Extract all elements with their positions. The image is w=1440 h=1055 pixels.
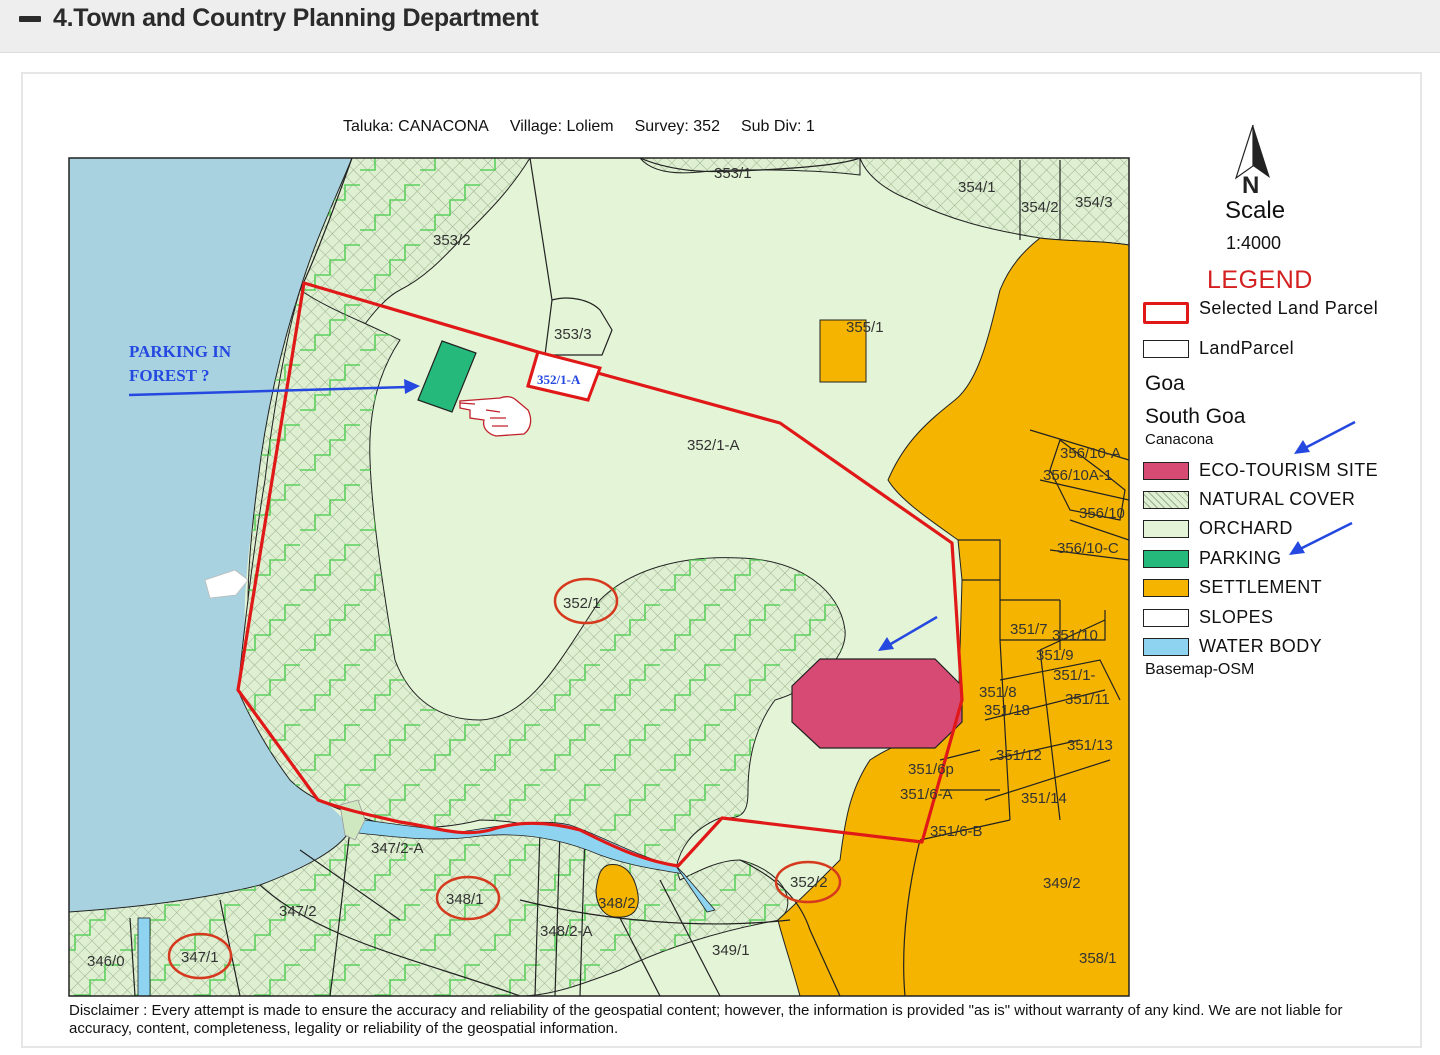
parcel-label: 358/1 [1079, 950, 1117, 967]
parcel-label: 351/6-B [930, 823, 983, 840]
legend-swatch [1143, 638, 1189, 656]
legend-swatch [1143, 462, 1189, 480]
parcel-label: 352/2 [790, 874, 828, 891]
legend-label: LandParcel [1199, 338, 1295, 358]
annotation-text: PARKING IN FOREST ? [129, 340, 231, 388]
parcel-label: 356/10A-1 [1043, 467, 1112, 484]
parcel-label: 354/2 [1021, 199, 1059, 216]
legend-swatch [1143, 609, 1189, 627]
legend-swatch [1143, 491, 1189, 509]
legend-basemap: Basemap-OSM [1145, 661, 1255, 678]
parcel-label: 351/18 [984, 702, 1030, 719]
map-layers [69, 158, 1129, 996]
legend-swatch [1143, 550, 1189, 568]
scale-value: 1:4000 [1226, 233, 1282, 253]
legend-swatch [1143, 302, 1189, 324]
legend-label: WATER BODY [1199, 636, 1323, 656]
parcel-label: 354/3 [1075, 194, 1113, 211]
scale-title: Scale [1225, 197, 1286, 224]
parcel-label: 351/10 [1052, 627, 1098, 644]
legend-label: ORCHARD [1199, 518, 1293, 538]
parcel-label: 348/2-A [540, 923, 593, 940]
parcel-label: 351/14 [1021, 790, 1067, 807]
legend-district: South Goa [1145, 405, 1246, 428]
legend-state: Goa [1145, 372, 1185, 395]
north-arrow-icon: N [1234, 124, 1270, 199]
eco-tourism-site [791, 658, 963, 749]
legend-title: LEGEND [1207, 266, 1313, 294]
parcel-label: 356/10-C [1057, 540, 1119, 557]
parcel-label: 349/1 [712, 942, 750, 959]
legend-swatch [1143, 340, 1189, 358]
legend-swatch [1143, 579, 1189, 597]
parcel-label: 356/10-A [1060, 445, 1121, 462]
parcel-label: 348/2 [598, 895, 636, 912]
legend-swatch [1143, 520, 1189, 538]
parcel-label: 351/7 [1010, 621, 1048, 638]
parcel-label: 353/2 [433, 232, 471, 249]
parcel-label: 355/1 [846, 319, 884, 336]
legend-label: ECO-TOURISM SITE [1199, 460, 1379, 480]
parcel-label: 348/1 [446, 891, 484, 908]
parcel-label: 352/1 [563, 595, 601, 612]
parcel-label: 356/10 [1079, 505, 1125, 522]
legend-label: SLOPES [1199, 607, 1274, 627]
legend-label: NATURAL COVER [1199, 489, 1356, 509]
parcel-label: 351/8 [979, 684, 1017, 701]
parcel-label: 351/13 [1067, 737, 1113, 754]
water-channel-2 [137, 917, 151, 996]
annotation-line-1: PARKING IN [129, 342, 232, 361]
legend-label: SETTLEMENT [1199, 577, 1323, 597]
disclaimer: Disclaimer : Every attempt is made to en… [69, 1002, 1343, 1037]
parcel-label: 351/9 [1036, 647, 1074, 664]
legend-label: PARKING [1199, 548, 1282, 568]
parcel-label: 347/2-A [371, 840, 424, 857]
parcel-label: 351/11 [1065, 691, 1110, 708]
parcel-label: 351/6-A [900, 786, 953, 803]
parcel-label: 352/1-A [537, 372, 581, 387]
parcel-label: 347/1 [181, 949, 219, 966]
parcel-label: 353/1 [714, 165, 752, 182]
north-letter: N [1242, 172, 1259, 199]
legend-taluka: Canacona [1145, 431, 1214, 448]
parcel-label: 353/3 [554, 326, 592, 343]
parcel-label: 349/2 [1043, 875, 1081, 892]
legend-label: Selected Land Parcel [1199, 298, 1379, 318]
parcel-label: 354/1 [958, 179, 996, 196]
parcel-label: 351/12 [996, 747, 1042, 764]
parcel-label: 351/1- [1053, 667, 1096, 684]
parcel-label: 346/0 [87, 953, 125, 970]
annotation-line-2: FOREST ? [129, 366, 210, 385]
parcel-label: 351/6p [908, 761, 954, 778]
parcel-label: 352/1-A [687, 437, 740, 454]
parcel-label: 347/2 [279, 903, 317, 920]
